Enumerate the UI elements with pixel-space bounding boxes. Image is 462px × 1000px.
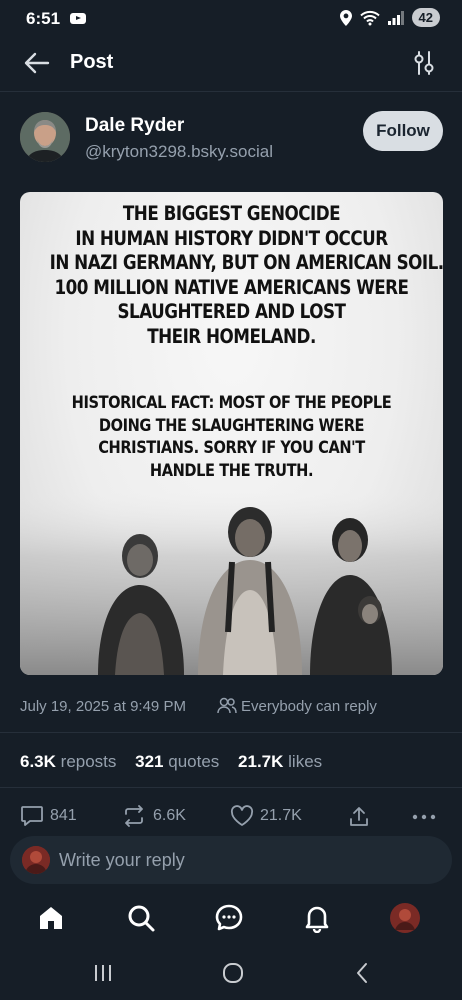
reply-composer[interactable] [10, 836, 452, 884]
image-headline-line: IN NAZI GERMANY, BUT ON AMERICAN SOIL. [49, 251, 443, 274]
stats-divider [0, 787, 462, 788]
like-count: 21.7K [260, 807, 302, 824]
image-headline-line: SLAUGHTERED AND LOST [117, 300, 346, 323]
system-navigation [0, 955, 462, 1000]
reply-setting-label[interactable]: Everybody can reply [241, 698, 377, 715]
author-name[interactable]: Dale Ryder [85, 115, 184, 137]
wifi-icon [359, 10, 380, 25]
repost-action[interactable]: 6.6K [121, 805, 186, 827]
header-divider [0, 91, 462, 92]
image-subtext: HISTORICAL FACT: MOST OF THE PEOPLE DOIN… [50, 392, 414, 482]
post-header: Post [0, 40, 462, 90]
nav-profile[interactable] [388, 901, 422, 935]
likes-count: 21.7K [238, 752, 284, 771]
reply-action[interactable]: 841 [20, 805, 77, 827]
back-arrow-icon[interactable] [22, 48, 52, 78]
status-bar: 6:51 42 [0, 0, 462, 40]
user-avatar [22, 846, 50, 874]
system-back-icon[interactable] [354, 961, 370, 985]
heart-icon [230, 805, 254, 826]
author-handle[interactable]: @kryton3298.bsky.social [85, 142, 273, 162]
home-icon [40, 907, 62, 929]
likes-stat[interactable]: 21.7K likes [238, 752, 322, 771]
image-headline-line: 100 MILLION NATIVE AMERICANS WERE [54, 275, 410, 299]
search-icon [128, 905, 155, 932]
nav-search[interactable] [124, 901, 158, 935]
recent-apps-icon[interactable] [92, 963, 114, 983]
follow-button[interactable]: Follow [363, 111, 443, 151]
youtube-notification-icon [70, 13, 86, 24]
image-headline-line: IN HUMAN HISTORY DIDN'T OCCUR [75, 226, 388, 250]
repost-count: 6.6K [153, 807, 186, 824]
image-subtext-line: HANDLE THE TRUTH. [149, 460, 314, 481]
author-avatar[interactable] [20, 112, 70, 162]
more-options-icon [412, 814, 436, 820]
image-subtext-line: CHRISTIANS. SORRY IF YOU CAN'T [98, 438, 365, 458]
people-icon [217, 697, 237, 714]
post-image[interactable]: THE BIGGEST GENOCIDE IN HUMAN HISTORY DI… [20, 192, 443, 675]
home-button-icon[interactable] [222, 961, 244, 985]
reposts-stat[interactable]: 6.3K reposts [20, 752, 116, 771]
repost-icon [125, 805, 143, 827]
nav-chat[interactable] [212, 901, 246, 935]
reply-input[interactable] [59, 836, 429, 884]
page-title: Post [70, 51, 114, 73]
post-actions: 841 6.6K 21.7K [0, 805, 462, 833]
like-action[interactable]: 21.7K [230, 805, 302, 827]
image-subtext-line: HISTORICAL FACT: MOST OF THE PEOPLE [71, 393, 392, 413]
more-options-action[interactable] [411, 805, 437, 829]
nav-home[interactable] [34, 901, 68, 935]
quotes-count: 321 [135, 752, 164, 771]
profile-avatar-icon [390, 903, 420, 933]
post-timestamp: July 19, 2025 at 9:49 PM [20, 698, 186, 715]
bottom-navigation [0, 893, 462, 948]
nav-notifications[interactable] [300, 901, 334, 935]
image-headline-line: THE BIGGEST GENOCIDE [122, 202, 341, 225]
share-action[interactable] [347, 805, 371, 829]
reply-icon [21, 806, 43, 826]
share-icon [350, 807, 368, 826]
engagement-stats: 6.3K reposts 321 quotes 21.7K likes [20, 752, 336, 772]
bell-icon [305, 906, 329, 933]
chat-icon [215, 904, 243, 931]
historical-photo [20, 492, 443, 675]
battery-indicator: 42 [411, 8, 440, 27]
status-time: 6:51 [26, 9, 61, 28]
reply-count: 841 [50, 807, 77, 824]
likes-label: likes [288, 752, 323, 771]
signal-icon [387, 10, 404, 25]
meta-divider [0, 732, 462, 733]
quotes-stat[interactable]: 321 quotes [135, 752, 219, 771]
reposts-label: reposts [60, 752, 117, 771]
image-subtext-line: DOING THE SLAUGHTERING WERE [98, 415, 365, 436]
sliders-icon[interactable] [412, 48, 436, 78]
reposts-count: 6.3K [20, 752, 56, 771]
image-headline: THE BIGGEST GENOCIDE IN HUMAN HISTORY DI… [49, 202, 443, 349]
image-headline-line: THEIR HOMELAND. [147, 324, 316, 348]
location-icon [339, 9, 352, 26]
quotes-label: quotes [168, 752, 220, 771]
